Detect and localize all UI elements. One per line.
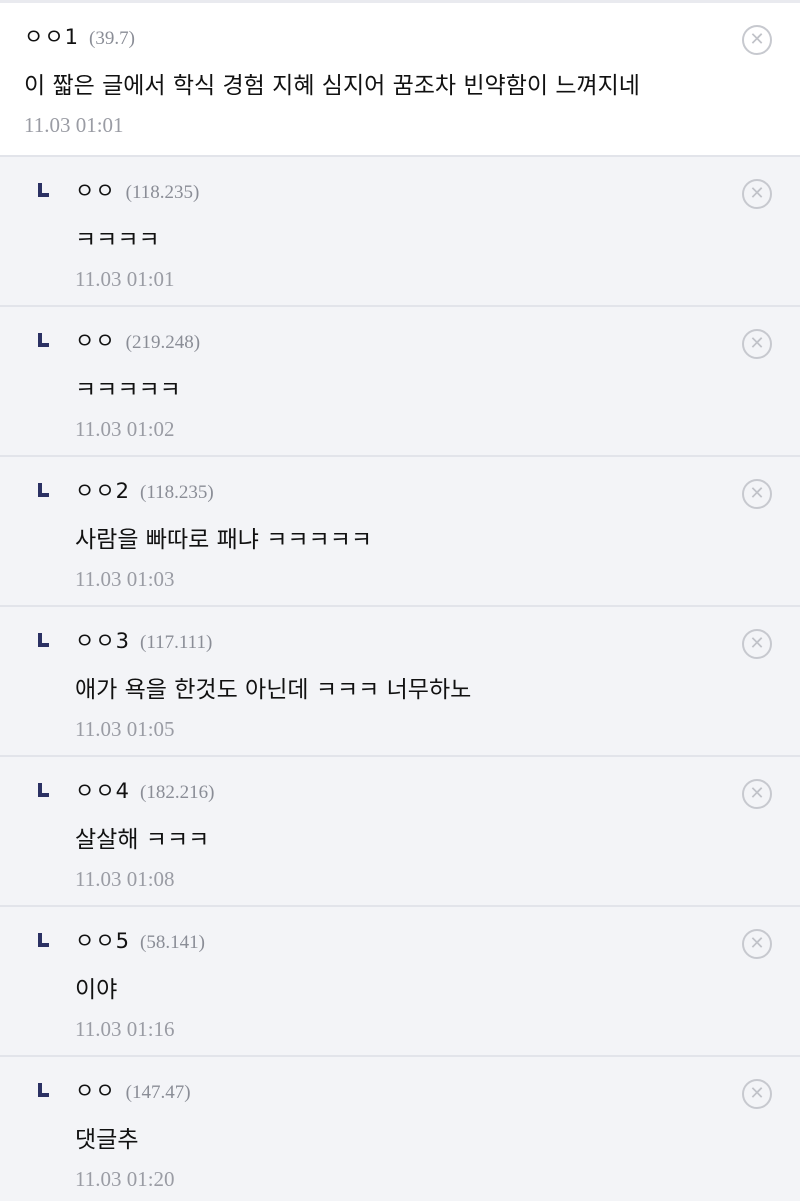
reply-text: 이야 [75, 977, 118, 1003]
reply-ip: (118.235) [140, 482, 214, 503]
reply-item: ㅇㅇ (219.248) ㅋㅋㅋㅋㅋ 11.03 01:02 ✕ [0, 307, 800, 457]
reply-arrow-icon [38, 483, 49, 497]
reply-nickname[interactable]: ㅇㅇ2 [75, 475, 130, 505]
reply-time: 11.03 01:05 [75, 717, 175, 741]
reply-ip: (117.111) [140, 632, 213, 653]
reply-time: 11.03 01:20 [75, 1167, 175, 1191]
close-circle-icon[interactable]: ✕ [742, 25, 772, 55]
close-circle-icon[interactable]: ✕ [742, 779, 772, 809]
close-circle-icon[interactable]: ✕ [742, 479, 772, 509]
reply-ip: (147.47) [125, 1082, 191, 1103]
reply-arrow-icon [38, 333, 49, 347]
close-circle-icon[interactable]: ✕ [742, 179, 772, 209]
reply-ip: (219.248) [125, 332, 201, 353]
comment-item: ㅇㅇ1 (39.7) 이 짧은 글에서 학식 경험 지혜 심지어 꿈조차 빈약함… [0, 3, 800, 157]
reply-ip: (182.216) [140, 782, 215, 803]
reply-arrow-icon [38, 183, 49, 197]
reply-item: ㅇㅇ (147.47) 댓글추 11.03 01:20 ✕ [0, 1057, 800, 1201]
reply-arrow-icon [38, 1083, 49, 1097]
reply-time: 11.03 01:03 [75, 567, 175, 591]
close-circle-icon[interactable]: ✕ [742, 1079, 772, 1109]
reply-time: 11.03 01:16 [75, 1017, 175, 1041]
reply-arrow-icon [38, 933, 49, 947]
reply-time: 11.03 01:01 [75, 267, 175, 291]
reply-text: 댓글추 [75, 1127, 139, 1153]
reply-item: ㅇㅇ3 (117.111) 애가 욕을 한것도 아닌데 ㅋㅋㅋ 너무하노 11.… [0, 607, 800, 757]
reply-item: ㅇㅇ5 (58.141) 이야 11.03 01:16 ✕ [0, 907, 800, 1057]
reply-arrow-icon [38, 783, 49, 797]
reply-item: ㅇㅇ4 (182.216) 살살해 ㅋㅋㅋ 11.03 01:08 ✕ [0, 757, 800, 907]
comment-ip: (39.7) [89, 28, 135, 49]
reply-item: ㅇㅇ (118.235) ㅋㅋㅋㅋ 11.03 01:01 ✕ [0, 157, 800, 307]
reply-text: ㅋㅋㅋㅋㅋ [75, 377, 181, 403]
close-circle-icon[interactable]: ✕ [742, 629, 772, 659]
reply-text: 애가 욕을 한것도 아닌데 ㅋㅋㅋ 너무하노 [75, 677, 472, 703]
reply-nickname[interactable]: ㅇㅇ3 [75, 625, 130, 655]
reply-nickname[interactable]: ㅇㅇ [75, 1075, 116, 1105]
reply-text: ㅋㅋㅋㅋ [75, 227, 160, 253]
reply-ip: (58.141) [140, 932, 205, 953]
close-circle-icon[interactable]: ✕ [742, 929, 772, 959]
reply-item: ㅇㅇ2 (118.235) 사람을 빠따로 패냐 ㅋㅋㅋㅋㅋ 11.03 01:… [0, 457, 800, 607]
reply-text: 살살해 ㅋㅋㅋ [75, 827, 210, 853]
reply-time: 11.03 01:02 [75, 417, 175, 441]
reply-time: 11.03 01:08 [75, 867, 175, 891]
comment-nickname[interactable]: ㅇㅇ1 [24, 21, 79, 51]
reply-nickname[interactable]: ㅇㅇ5 [75, 925, 130, 955]
reply-text: 사람을 빠따로 패냐 ㅋㅋㅋㅋㅋ [75, 527, 373, 553]
comment-text: 이 짧은 글에서 학식 경험 지혜 심지어 꿈조차 빈약함이 느껴지네 [24, 73, 640, 99]
comment-time: 11.03 01:01 [24, 113, 124, 137]
reply-nickname[interactable]: ㅇㅇ [75, 175, 116, 205]
reply-arrow-icon [38, 633, 49, 647]
reply-nickname[interactable]: ㅇㅇ4 [75, 775, 130, 805]
reply-ip: (118.235) [125, 182, 200, 203]
close-circle-icon[interactable]: ✕ [742, 329, 772, 359]
reply-nickname[interactable]: ㅇㅇ [75, 325, 116, 355]
